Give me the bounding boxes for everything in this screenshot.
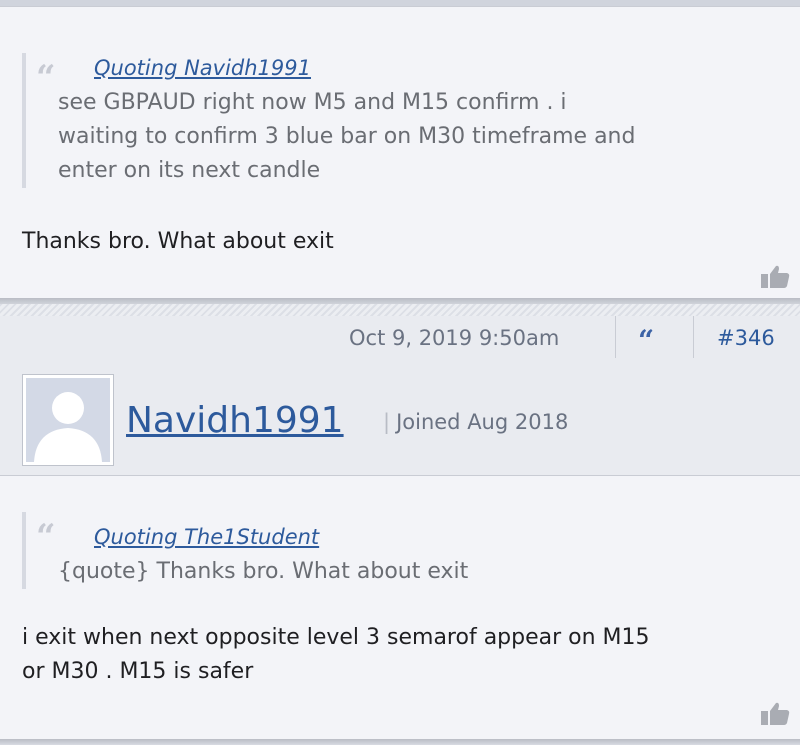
quote-line: enter on its next candle <box>58 158 321 183</box>
quote-author-link[interactable]: Quoting Navidh1991 <box>94 56 311 80</box>
post-divider-shadow <box>0 739 800 745</box>
default-avatar-icon <box>26 378 110 462</box>
avatar[interactable] <box>22 374 114 466</box>
joined-label: Joined Aug 2018 <box>396 410 569 434</box>
post-text: Thanks bro. What about exit <box>22 229 334 254</box>
quote-text: see GBPAUD right now M5 and M15 confirm … <box>58 86 635 188</box>
quote-line: waiting to confirm 3 blue bar on M30 tim… <box>58 124 636 149</box>
username-link[interactable]: Navidh1991 <box>126 400 344 441</box>
quote-text: {quote} Thanks bro. What about exit <box>58 559 469 584</box>
joined-date: | Joined Aug 2018 <box>383 410 568 434</box>
post-body: “ Quoting The1Student {quote} Thanks bro… <box>0 476 800 739</box>
post-text: i exit when next opposite level 3 semaro… <box>22 621 650 689</box>
quote-line: see GBPAUD right now M5 and M15 confirm … <box>58 90 567 115</box>
quote-author-link[interactable]: Quoting The1Student <box>94 525 319 549</box>
post-text-line: i exit when next opposite level 3 semaro… <box>22 625 650 650</box>
post-number-link[interactable]: #346 <box>717 326 775 350</box>
header-divider <box>693 316 694 358</box>
thumbs-up-icon[interactable] <box>760 702 790 726</box>
quote-post-icon[interactable]: “ <box>638 327 654 355</box>
header-divider <box>615 316 616 358</box>
quote-block: Quoting The1Student {quote} Thanks bro. … <box>22 512 468 589</box>
thumbs-up-icon[interactable] <box>760 265 790 289</box>
post-text-line: or M30 . M15 is safer <box>22 659 254 684</box>
joined-separator: | <box>383 410 391 434</box>
quote-block: Quoting Navidh1991 see GBPAUD right now … <box>22 53 635 188</box>
post-date[interactable]: Oct 9, 2019 9:50am <box>349 326 559 350</box>
post-body: “ Quoting Navidh1991 see GBPAUD right no… <box>0 6 800 298</box>
